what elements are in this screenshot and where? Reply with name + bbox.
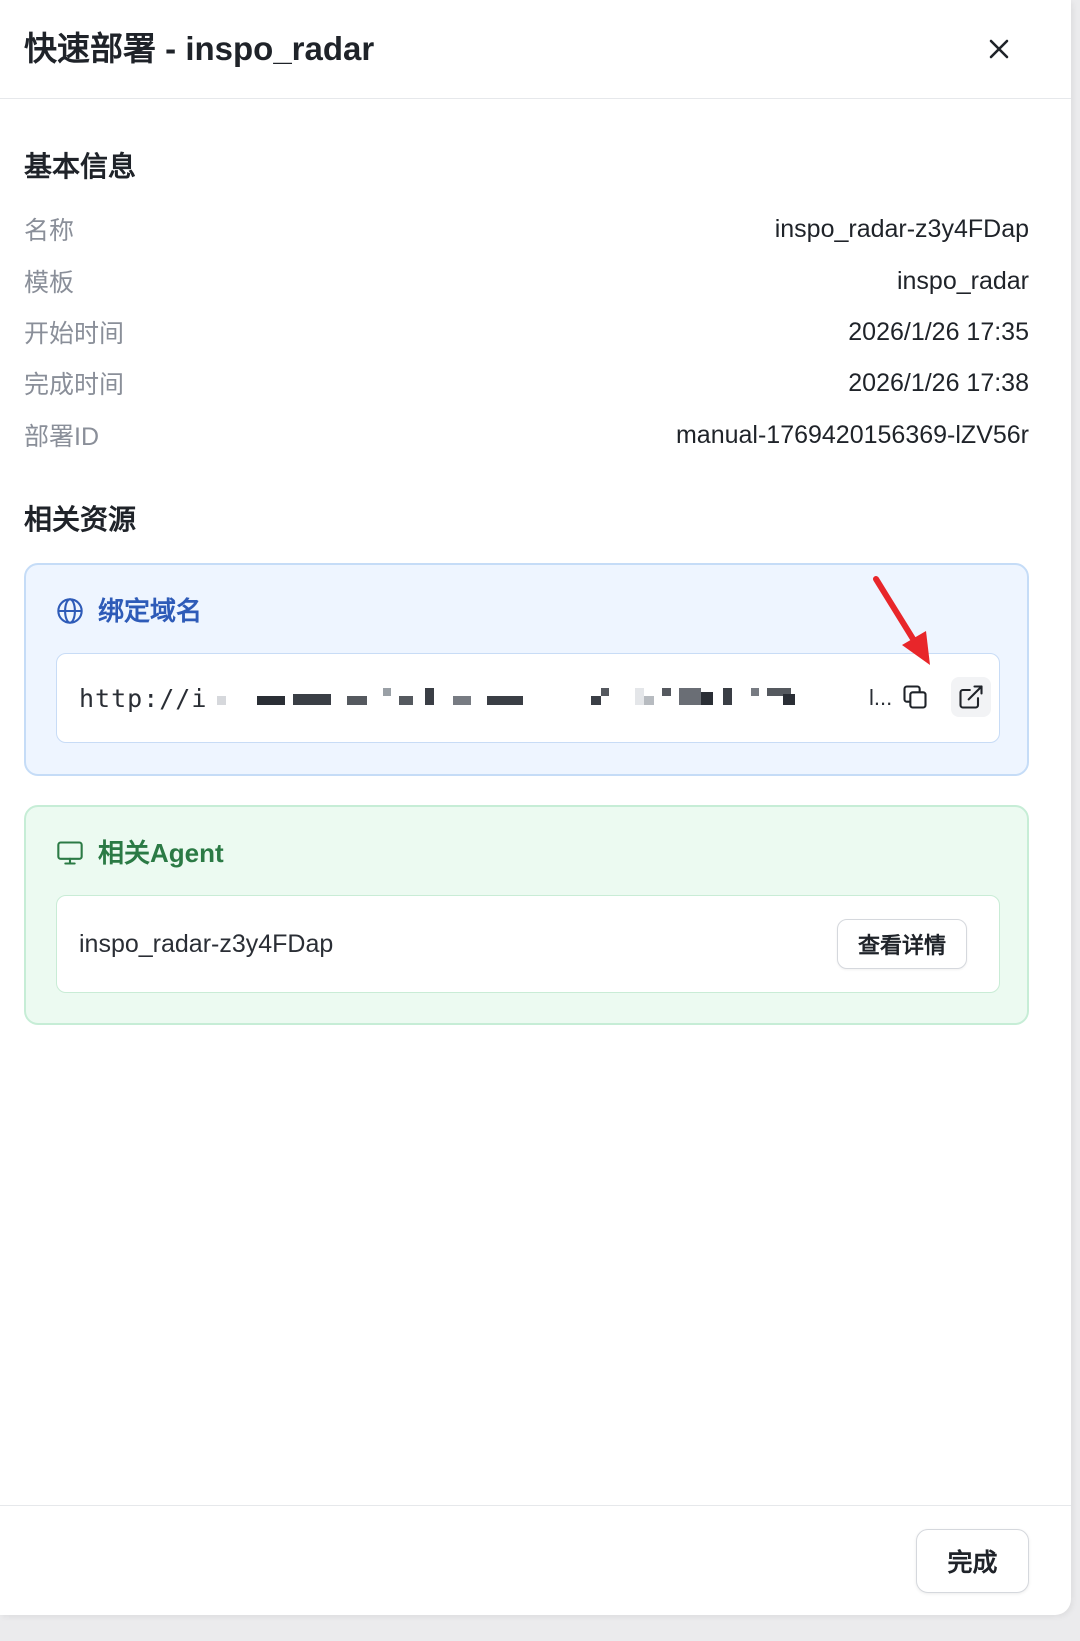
deploy-dialog: 快速部署 - inspo_radar 基本信息 名称 inspo_radar-z… xyxy=(0,0,1071,1615)
domain-card: 绑定域名 http://i l... xyxy=(24,563,1029,776)
close-icon xyxy=(989,39,1009,59)
info-label: 开始时间 xyxy=(24,320,125,348)
info-value: inspo_radar xyxy=(896,266,1029,295)
dialog-footer: 完成 xyxy=(0,1505,1071,1615)
agent-name: inspo_radar-z3y4FDap xyxy=(79,929,334,958)
info-row-template: 模板 inspo_radar xyxy=(24,261,1029,301)
resources-title: 相关资源 xyxy=(24,504,137,535)
agent-card-header: 相关Agent xyxy=(56,835,224,871)
domain-url-link[interactable]: http://i xyxy=(79,654,207,742)
copy-icon xyxy=(903,685,927,709)
agent-card: 相关Agent inspo_radar-z3y4FDap 查看详情 xyxy=(24,805,1029,1025)
info-row-name: 名称 inspo_radar-z3y4FDap xyxy=(24,209,1029,249)
external-link-icon xyxy=(959,685,983,709)
domain-card-title: 绑定域名 xyxy=(98,596,203,626)
dialog-title: 快速部署 - inspo_radar xyxy=(24,30,375,67)
globe-icon xyxy=(57,598,83,624)
info-value: 2026/1/26 17:38 xyxy=(848,368,1029,397)
dialog-header: 快速部署 - inspo_radar xyxy=(0,0,1071,99)
basic-info-title: 基本信息 xyxy=(24,151,137,182)
info-row-start-time: 开始时间 2026/1/26 17:35 xyxy=(24,312,1029,352)
copy-url-button[interactable] xyxy=(895,677,935,717)
info-value: inspo_radar-z3y4FDap xyxy=(774,214,1029,243)
domain-card-header: 绑定域名 xyxy=(56,593,202,629)
open-url-button[interactable] xyxy=(951,677,991,717)
domain-url-box: http://i l... xyxy=(56,653,1000,743)
monitor-icon xyxy=(57,841,83,865)
done-button[interactable]: 完成 xyxy=(916,1529,1029,1593)
info-value: manual-1769420156369-lZV56r xyxy=(675,420,1029,449)
agent-card-title: 相关Agent xyxy=(98,838,224,868)
info-label: 完成时间 xyxy=(24,371,125,399)
info-row-deploy-id: 部署ID manual-1769420156369-lZV56r xyxy=(24,415,1029,455)
url-ellipsis: l... xyxy=(869,685,893,710)
info-label: 模板 xyxy=(24,269,75,297)
agent-row: inspo_radar-z3y4FDap 查看详情 xyxy=(56,895,1000,993)
view-details-button[interactable]: 查看详情 xyxy=(837,919,967,969)
redacted-url-segment xyxy=(217,688,795,705)
info-label: 部署ID xyxy=(24,423,100,451)
info-row-finish-time: 完成时间 2026/1/26 17:38 xyxy=(24,363,1029,403)
info-label: 名称 xyxy=(24,217,75,245)
close-button[interactable] xyxy=(982,32,1016,66)
info-value: 2026/1/26 17:35 xyxy=(848,317,1029,346)
